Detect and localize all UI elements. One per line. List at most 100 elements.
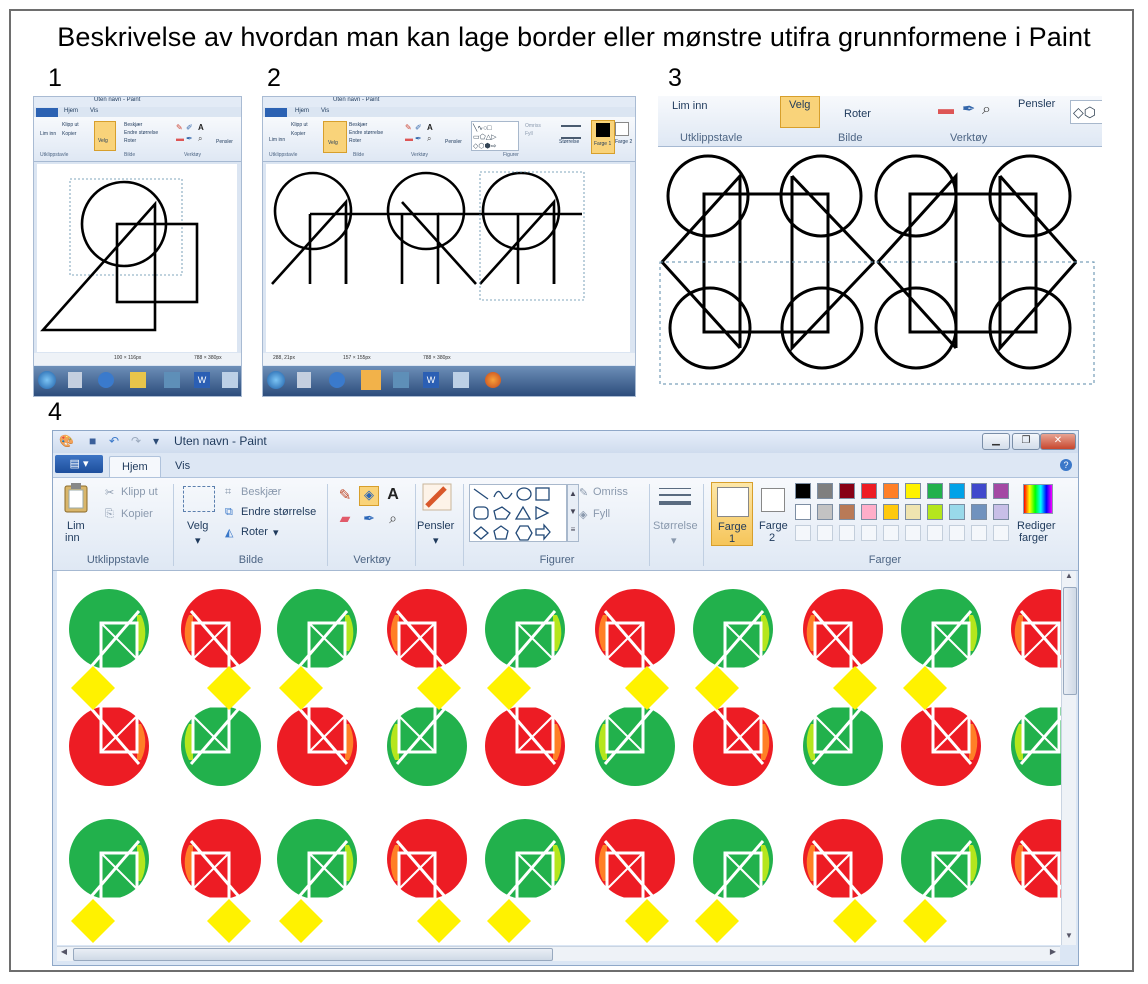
palette-swatch[interactable]	[949, 525, 965, 541]
size-dropdown-icon[interactable]: ▾	[671, 534, 677, 547]
paste-button[interactable]: Lim inn	[269, 137, 285, 143]
brushes-button[interactable]: Pensler	[1018, 98, 1055, 110]
horizontal-scroll-thumb[interactable]	[73, 948, 553, 961]
palette-swatch[interactable]	[883, 504, 899, 520]
rotate-button[interactable]: Roter	[241, 526, 268, 538]
scroll-left-icon[interactable]: ◀	[57, 947, 71, 961]
palette-swatch[interactable]	[971, 504, 987, 520]
palette-swatch[interactable]	[795, 525, 811, 541]
tab-vis[interactable]: Vis	[90, 108, 98, 114]
redo-icon[interactable]: ↷	[131, 434, 141, 448]
taskbar-app-icon[interactable]	[297, 372, 311, 388]
minimize-button[interactable]: ▁	[982, 433, 1010, 450]
word-icon[interactable]: W	[423, 372, 439, 388]
rotate-button[interactable]: Roter	[844, 108, 871, 120]
color2-label-num[interactable]: 2	[769, 532, 775, 544]
taskbar-app-icon[interactable]	[393, 372, 409, 388]
copy-button[interactable]: Kopier	[62, 131, 76, 137]
taskbar-app-icon[interactable]	[68, 372, 82, 388]
select-button[interactable]: Velg	[323, 121, 347, 153]
paint-app-icon[interactable]: 🎨	[59, 434, 74, 448]
taskbar-app-icon[interactable]	[222, 372, 238, 388]
copy-button[interactable]: Kopier	[121, 508, 153, 520]
palette-swatch[interactable]	[993, 525, 1009, 541]
resize-button[interactable]: Endre størrelse	[241, 506, 316, 518]
palette-swatch[interactable]	[817, 525, 833, 541]
palette-swatch[interactable]	[905, 483, 921, 499]
tab-hjem[interactable]: Hjem	[109, 456, 161, 477]
palette-swatch[interactable]	[971, 525, 987, 541]
size-button[interactable]: Størrelse	[653, 520, 698, 532]
copy-button[interactable]: Kopier	[291, 131, 305, 137]
shapes-gallery[interactable]: ◇⬡	[1070, 100, 1102, 124]
scroll-up-icon[interactable]: ▲	[1062, 571, 1076, 585]
crop-button[interactable]: Beskjær	[124, 122, 142, 128]
taskbar-app-icon-active[interactable]	[361, 370, 381, 390]
brushes-button[interactable]: Pensler	[216, 139, 233, 145]
palette-swatch[interactable]	[993, 504, 1009, 520]
palette-swatch[interactable]	[927, 525, 943, 541]
vertical-scroll-thumb[interactable]	[1063, 587, 1077, 695]
crop-button[interactable]: Beskjær	[241, 486, 281, 498]
drawing-canvas[interactable]	[57, 571, 1063, 945]
palette-swatch[interactable]	[949, 483, 965, 499]
palette-swatch[interactable]	[883, 525, 899, 541]
palette-swatch[interactable]	[861, 525, 877, 541]
cut-button[interactable]: Klipp ut	[291, 122, 308, 128]
palette-swatch[interactable]	[971, 483, 987, 499]
palette-swatch[interactable]	[993, 483, 1009, 499]
shapes-gallery[interactable]: ╲∿○□ ▭⬠△▷ ◇⬡⬢⇨	[471, 121, 519, 151]
rotate-button[interactable]: Roter	[349, 138, 361, 144]
brushes-button[interactable]: Pensler	[417, 520, 454, 532]
palette-swatch[interactable]	[861, 504, 877, 520]
file-button[interactable]	[265, 108, 287, 117]
paste-label[interactable]: Lim	[67, 520, 85, 532]
brushes-button[interactable]: Pensler	[445, 139, 462, 145]
undo-icon[interactable]: ↶	[109, 434, 119, 448]
outline-button[interactable]: Omriss	[525, 123, 541, 129]
palette-swatch[interactable]	[905, 504, 921, 520]
drawing-canvas[interactable]	[266, 164, 630, 352]
palette-swatch[interactable]	[839, 525, 855, 541]
palette-swatch[interactable]	[795, 483, 811, 499]
edit-colors-button-line2[interactable]: farger	[1019, 532, 1048, 544]
outline-button[interactable]: Omriss	[593, 486, 628, 498]
eraser-icon[interactable]: ▰	[335, 510, 355, 530]
maximize-button[interactable]: ❐	[1012, 433, 1040, 450]
select-button[interactable]: Velg	[187, 520, 208, 532]
fill-bucket-icon[interactable]: ◈	[359, 486, 379, 506]
magnifier-icon[interactable]: ⌕	[383, 510, 403, 530]
horizontal-scrollbar[interactable]: ◀ ▶	[57, 946, 1060, 961]
color2-swatch[interactable]	[761, 488, 785, 512]
palette-swatch[interactable]	[905, 525, 921, 541]
qat-dropdown-icon[interactable]: ▾	[153, 434, 159, 448]
start-icon[interactable]	[38, 371, 56, 389]
color-picker-icon[interactable]: ✒	[359, 510, 379, 530]
select-dropdown-icon[interactable]: ▾	[195, 534, 201, 547]
cut-button[interactable]: Klipp ut	[121, 486, 158, 498]
rotate-button[interactable]: Roter	[124, 138, 136, 144]
color2-label[interactable]: Farge 2	[615, 139, 632, 145]
crop-button[interactable]: Beskjær	[349, 122, 367, 128]
fill-button[interactable]: Fyll	[593, 508, 610, 520]
scroll-right-icon[interactable]: ▶	[1046, 947, 1060, 961]
tab-vis[interactable]: Vis	[321, 108, 329, 114]
taskbar-app-icon[interactable]	[453, 372, 469, 388]
palette-swatch[interactable]	[839, 483, 855, 499]
drawing-canvas[interactable]	[37, 164, 237, 352]
palette-swatch[interactable]	[927, 504, 943, 520]
select-button[interactable]: Velg	[94, 121, 116, 151]
palette-swatch[interactable]	[795, 504, 811, 520]
palette-swatch[interactable]	[839, 504, 855, 520]
paste-label-2[interactable]: inn	[65, 532, 80, 544]
palette-swatch[interactable]	[817, 483, 833, 499]
rotate-dropdown-icon[interactable]: ▾	[273, 526, 279, 539]
shapes-gallery[interactable]	[469, 484, 567, 542]
color1-button[interactable]: Farge 1	[711, 482, 753, 546]
tab-vis[interactable]: Vis	[163, 456, 202, 476]
taskbar-app-icon[interactable]	[164, 372, 180, 388]
palette-swatch[interactable]	[817, 504, 833, 520]
paste-button[interactable]: Lim inn	[672, 100, 707, 112]
text-icon[interactable]: A	[383, 486, 403, 506]
color2-label[interactable]: Farge	[759, 520, 788, 532]
